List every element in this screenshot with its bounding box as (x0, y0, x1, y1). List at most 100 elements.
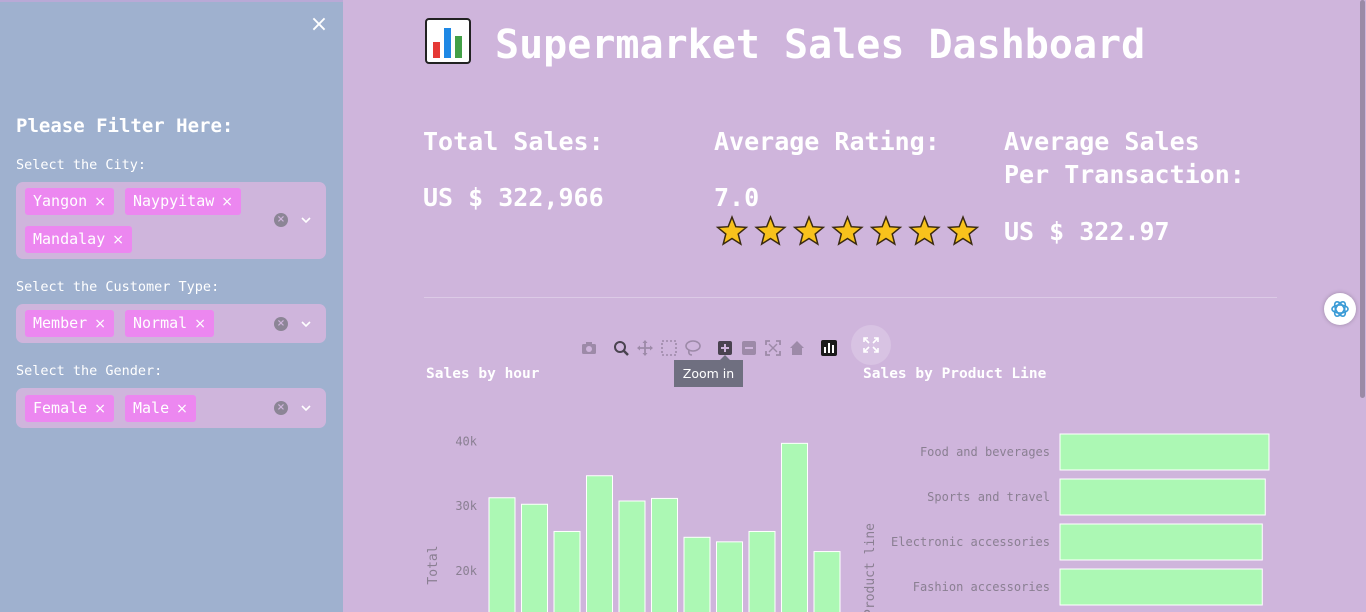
zoom-out-icon[interactable] (740, 338, 758, 358)
tag-label: Normal (133, 314, 188, 332)
remove-tag-icon[interactable]: × (94, 316, 106, 332)
customer-type-multiselect[interactable]: Member × Normal × × (16, 304, 326, 343)
star-icon (869, 214, 903, 246)
expand-icon (863, 337, 879, 353)
camera-icon[interactable] (580, 338, 598, 358)
city-tag-yangon[interactable]: Yangon × (25, 188, 114, 215)
remove-tag-icon[interactable]: × (112, 232, 124, 248)
reset-axes-icon[interactable] (788, 338, 806, 358)
bar[interactable] (1059, 433, 1270, 471)
star-icon (946, 214, 980, 246)
city-tag-naypyitaw[interactable]: Naypyitaw × (125, 188, 242, 215)
bar[interactable] (1059, 568, 1263, 606)
section-divider (424, 297, 1277, 298)
rating-stars (715, 214, 980, 246)
lasso-select-icon[interactable] (684, 338, 702, 358)
y-axis-title: Product line (863, 523, 878, 612)
average-sale-label-line1: Average Sales (1004, 127, 1200, 156)
remove-tag-icon[interactable]: × (176, 401, 188, 417)
star-icon (715, 214, 749, 246)
page-title-text: Supermarket Sales Dashboard (495, 22, 1146, 68)
gender-tag-female[interactable]: Female × (25, 395, 114, 422)
bar[interactable] (716, 541, 743, 612)
average-sale-label-line2: Per Transaction: (1004, 160, 1245, 189)
remove-tag-icon[interactable]: × (94, 194, 106, 210)
total-sales-value: US $ 322,966 (423, 183, 604, 212)
city-multiselect[interactable]: Yangon × Naypyitaw × Mandalay × × (16, 182, 326, 259)
sales-by-hour-title: Sales by hour (426, 366, 540, 382)
star-icon (792, 214, 826, 246)
average-rating-label: Average Rating: (714, 127, 940, 156)
chevron-down-icon[interactable] (300, 214, 312, 226)
clear-selection-icon[interactable]: × (274, 401, 288, 415)
average-rating-value: 7.0 (714, 183, 760, 212)
bar[interactable] (683, 536, 711, 612)
tag-label: Male (133, 399, 170, 417)
bar[interactable] (781, 442, 808, 612)
bar[interactable] (1059, 478, 1266, 516)
tag-label: Member (33, 314, 88, 332)
bar-chart-emoji-icon (425, 18, 471, 64)
sales-by-hour-chart: 20k 30k 40k Total (426, 434, 841, 612)
customer-type-filter-label: Select the Customer Type: (16, 279, 220, 295)
sidebar: × Please Filter Here: Select the City: Y… (0, 0, 343, 612)
average-sale-label: Average Sales Per Transaction: (1004, 125, 1245, 191)
page-scrollbar[interactable] (1359, 0, 1366, 612)
customer-tag-normal[interactable]: Normal × (125, 310, 214, 337)
box-select-icon[interactable] (660, 338, 678, 358)
tag-label: Mandalay (33, 230, 106, 248)
tag-label: Female (33, 399, 88, 417)
close-sidebar-icon[interactable]: × (309, 14, 329, 36)
page-title: Supermarket Sales Dashboard (425, 18, 1145, 68)
clear-selection-icon[interactable]: × (274, 317, 288, 331)
chevron-down-icon[interactable] (300, 318, 312, 330)
bar[interactable] (521, 503, 548, 612)
bar[interactable] (618, 500, 646, 612)
star-icon (908, 214, 941, 246)
bar[interactable] (813, 551, 841, 612)
bar[interactable] (553, 530, 581, 612)
bar[interactable] (488, 497, 516, 612)
bar[interactable] (651, 497, 678, 612)
pan-icon[interactable] (636, 338, 654, 358)
scrollbar-thumb[interactable] (1360, 0, 1365, 398)
average-sale-value: US $ 322.97 (1004, 217, 1170, 246)
fullscreen-button[interactable] (851, 325, 891, 365)
sales-by-product-line-title: Sales by Product Line (863, 366, 1047, 382)
gender-multiselect[interactable]: Female × Male × × (16, 388, 326, 428)
chevron-down-icon[interactable] (300, 402, 312, 414)
tag-label: Naypyitaw (133, 192, 215, 210)
sales-by-product-line-chart: Product line Food and beverages Sports and… (863, 433, 1270, 612)
plotly-logo-icon[interactable] (820, 338, 838, 358)
chatgpt-extension-button[interactable] (1324, 293, 1356, 325)
chatgpt-logo-icon (1331, 300, 1349, 318)
bar[interactable] (586, 475, 613, 612)
y-tick-label: 20k (455, 564, 477, 578)
category-label: Sports and travel (927, 490, 1050, 504)
star-icon (831, 214, 864, 246)
zoom-icon[interactable] (612, 338, 630, 358)
customer-tag-member[interactable]: Member × (25, 310, 114, 337)
clear-selection-icon[interactable]: × (274, 213, 288, 227)
zoom-in-tooltip: Zoom in (674, 355, 743, 387)
remove-tag-icon[interactable]: × (94, 401, 106, 417)
star-icon (754, 214, 787, 246)
category-label: Electronic accessories (891, 535, 1050, 549)
bar[interactable] (1059, 523, 1263, 561)
gender-filter-label: Select the Gender: (16, 363, 163, 379)
remove-tag-icon[interactable]: × (194, 316, 206, 332)
y-tick-label: 30k (455, 499, 477, 513)
filter-heading: Please Filter Here: (16, 115, 234, 137)
remove-tag-icon[interactable]: × (221, 194, 233, 210)
autoscale-icon[interactable] (764, 338, 782, 358)
total-sales-label: Total Sales: (423, 127, 604, 156)
category-label: Food and beverages (920, 445, 1050, 459)
y-tick-label: 40k (455, 434, 477, 448)
tag-label: Yangon (33, 192, 88, 210)
bar[interactable] (748, 530, 776, 612)
category-label: Fashion accessories (913, 580, 1050, 594)
city-tag-mandalay[interactable]: Mandalay × (25, 226, 132, 253)
city-filter-label: Select the City: (16, 157, 147, 173)
gender-tag-male[interactable]: Male × (125, 395, 196, 422)
y-axis-title: Total (426, 545, 441, 584)
